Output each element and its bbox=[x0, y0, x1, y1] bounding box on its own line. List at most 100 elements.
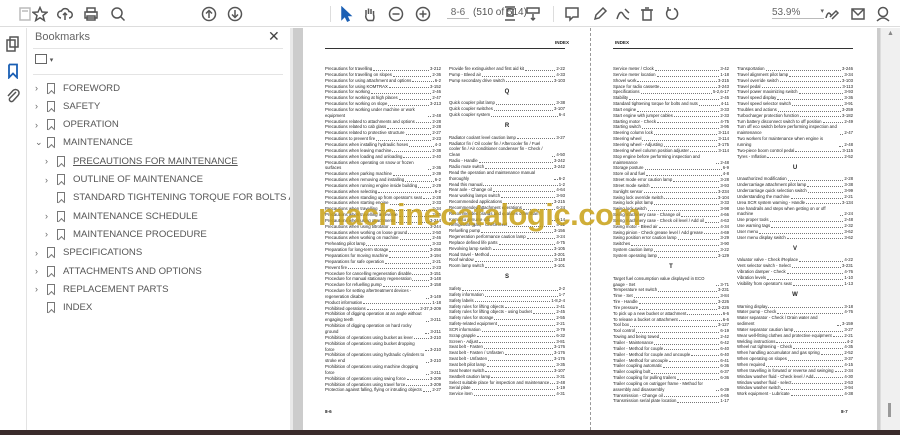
index-entry[interactable]: Visibility from operator's seat 1-13 bbox=[737, 281, 853, 287]
entry-page[interactable]: 2-47 bbox=[844, 130, 853, 136]
entry-page[interactable]: 3-134 bbox=[842, 200, 853, 206]
index-entry[interactable]: Prohibition of operations using machine … bbox=[325, 364, 441, 376]
index-entry[interactable]: Pump secondary drive switch 3-103 bbox=[449, 78, 565, 84]
entry-page[interactable]: 3-213 bbox=[430, 101, 441, 107]
entry-page[interactable]: 3-211 bbox=[430, 317, 441, 323]
index-entry[interactable]: Prohibition of operations using hydrauli… bbox=[325, 352, 441, 364]
chevron-right-icon[interactable]: › bbox=[35, 101, 47, 111]
entry-page[interactable]: 6-4 bbox=[559, 112, 565, 118]
chevron-right-icon[interactable]: › bbox=[45, 211, 57, 221]
index-entry[interactable]: Trailer coupling on outrigger frame - Me… bbox=[613, 381, 729, 393]
rotate-icon[interactable] bbox=[662, 4, 682, 24]
index-entry[interactable]: Use handrails and steps when getting on … bbox=[737, 206, 853, 218]
sign-icon[interactable] bbox=[613, 4, 633, 24]
chevron-right-icon[interactable]: › bbox=[35, 248, 47, 258]
bookmark-item[interactable]: › SPECIFICATIONS bbox=[35, 245, 142, 261]
index-entry[interactable]: Quick coupler system 6-4 bbox=[449, 112, 565, 118]
entry-page[interactable]: 3-62 bbox=[844, 235, 853, 241]
index-entry[interactable]: System operating lamp 3-129 bbox=[613, 253, 729, 259]
bookmark-item[interactable]: › REPLACEMENT PARTS bbox=[35, 281, 169, 297]
entry-page[interactable]: 3-101 bbox=[554, 263, 565, 269]
chevron-right-icon[interactable]: › bbox=[35, 266, 47, 276]
select-cursor-icon[interactable] bbox=[336, 4, 356, 24]
index-entry[interactable]: User menu display switch 3-62 bbox=[737, 235, 853, 241]
entry-page[interactable]: 3-103 bbox=[554, 78, 565, 84]
bookmark-options-button[interactable]: ▾ bbox=[35, 54, 53, 65]
entry-page[interactable]: 2-27 bbox=[432, 387, 441, 393]
index-entry[interactable]: Room lamp switch 3-101 bbox=[449, 263, 565, 269]
index-entry[interactable]: Transmission serial plate location 1-17 bbox=[613, 398, 729, 404]
entry-page[interactable]: 3-114 bbox=[718, 148, 729, 154]
bookmark-item[interactable]: › FOREWORD bbox=[35, 80, 120, 96]
entry-page[interactable]: 3-129 bbox=[718, 253, 729, 259]
entry-page[interactable]: 1-17 bbox=[720, 398, 729, 404]
index-entry[interactable]: Protection against falling, flying or in… bbox=[325, 387, 441, 393]
index-entry[interactable]: Read the operation and maintenance manua… bbox=[449, 170, 565, 182]
bookmark-item[interactable]: › MAINTENANCE PROCEDURE bbox=[45, 226, 207, 242]
hand-tool-icon[interactable] bbox=[360, 4, 380, 24]
chevron-right-icon[interactable]: › bbox=[45, 229, 57, 239]
entry-page[interactable]: 2-49 bbox=[844, 119, 853, 125]
chevron-right-icon[interactable]: › bbox=[45, 156, 57, 166]
scrollbar-thumb[interactable] bbox=[888, 403, 891, 417]
index-entry[interactable]: Work equipment - Lubricate 4-38 bbox=[737, 391, 853, 397]
bookmark-item[interactable]: INDEX bbox=[35, 300, 92, 316]
index-entry[interactable]: Radiator fin / Oil cooler fin / Aftercoo… bbox=[449, 141, 565, 159]
entry-page[interactable]: 2-40 bbox=[432, 154, 441, 160]
index-entry[interactable]: Tyres - Inflation 2-52 bbox=[737, 154, 853, 160]
attachment-icon[interactable] bbox=[5, 88, 22, 105]
vertical-scrollbar[interactable]: ▲ bbox=[880, 28, 900, 430]
print-icon[interactable] bbox=[81, 4, 101, 24]
bookmark-item[interactable]: › PRECAUTIONS FOR MAINTENANCE bbox=[45, 153, 238, 169]
zoom-out-icon[interactable] bbox=[386, 4, 406, 24]
comment-icon[interactable] bbox=[562, 4, 582, 24]
zoom-select[interactable]: 53.9% ▾ bbox=[772, 7, 824, 19]
entry-page[interactable]: 4-38 bbox=[844, 391, 853, 397]
index-entry[interactable]: Water separator - Check / Drain water an… bbox=[737, 315, 853, 327]
entry-page[interactable]: 3-242 bbox=[554, 164, 565, 170]
index-entry[interactable]: Service item 4-31 bbox=[449, 391, 565, 397]
email-icon[interactable] bbox=[848, 4, 868, 24]
index-entry[interactable]: Target fuel consumption value displayed … bbox=[613, 276, 729, 288]
entry-page[interactable]: 1-13 bbox=[844, 281, 853, 287]
index-entry[interactable]: Precautions for working under machine or… bbox=[325, 107, 441, 119]
upload-cloud-icon[interactable] bbox=[55, 4, 75, 24]
bookmark-icon[interactable] bbox=[5, 63, 22, 80]
page-thumbnails-icon[interactable] bbox=[5, 36, 22, 53]
zoom-in-icon[interactable] bbox=[413, 4, 433, 24]
entry-page[interactable]: 3-27 bbox=[556, 135, 565, 141]
highlight-pen-icon[interactable] bbox=[590, 4, 610, 24]
chevron-right-icon[interactable]: › bbox=[35, 120, 47, 130]
delete-icon[interactable] bbox=[637, 4, 657, 24]
scroll-up-icon[interactable]: ▲ bbox=[887, 30, 894, 37]
entry-page[interactable]: 3-158 bbox=[430, 282, 441, 288]
index-entry[interactable]: Procedure for setting aftertreatment dev… bbox=[325, 288, 441, 300]
next-page-icon[interactable] bbox=[225, 4, 245, 24]
index-entry[interactable]: Prohibition of digging operation on hard… bbox=[325, 323, 441, 335]
entry-page[interactable]: 2-52 bbox=[844, 154, 853, 160]
chevron-right-icon[interactable]: › bbox=[35, 83, 47, 93]
search-icon[interactable] bbox=[108, 4, 128, 24]
fit-page-icon[interactable] bbox=[500, 4, 520, 24]
bookmark-item[interactable]: › OPERATION bbox=[35, 117, 119, 133]
index-entry[interactable]: Precautions when operating on snow or fr… bbox=[325, 160, 441, 172]
entry-page[interactable]: 6-36 bbox=[720, 375, 729, 381]
page-number-input[interactable]: 8-6 bbox=[447, 7, 469, 19]
bookmark-item[interactable]: › ATTACHMENTS AND OPTIONS bbox=[35, 263, 202, 279]
bookmark-item[interactable]: › MAINTENANCE SCHEDULE bbox=[45, 208, 198, 224]
close-icon[interactable]: ✕ bbox=[268, 28, 280, 45]
entry-page[interactable]: 3-210 bbox=[430, 358, 441, 364]
bookmark-item[interactable]: ⌄ MAINTENANCE bbox=[35, 135, 133, 151]
scroll-mode-icon[interactable] bbox=[523, 4, 543, 24]
chevron-down-icon[interactable]: ⌄ bbox=[35, 137, 47, 148]
bookmark-item[interactable]: › SAFETY bbox=[35, 98, 100, 114]
entry-page[interactable]: 3-210 bbox=[430, 347, 441, 353]
fill-sign-icon[interactable] bbox=[822, 4, 842, 24]
account-icon[interactable] bbox=[873, 4, 893, 24]
index-entry[interactable]: Two workers for maintenance when engine … bbox=[737, 136, 853, 148]
chevron-right-icon[interactable]: › bbox=[45, 175, 57, 185]
bookmark-item[interactable]: › OUTLINE OF MAINTENANCE bbox=[45, 172, 203, 188]
entry-page[interactable]: 3-210 bbox=[430, 335, 441, 341]
entry-page[interactable]: 4-76 bbox=[844, 309, 853, 315]
index-entry[interactable]: Prohibition of digging operation at an a… bbox=[325, 311, 441, 323]
